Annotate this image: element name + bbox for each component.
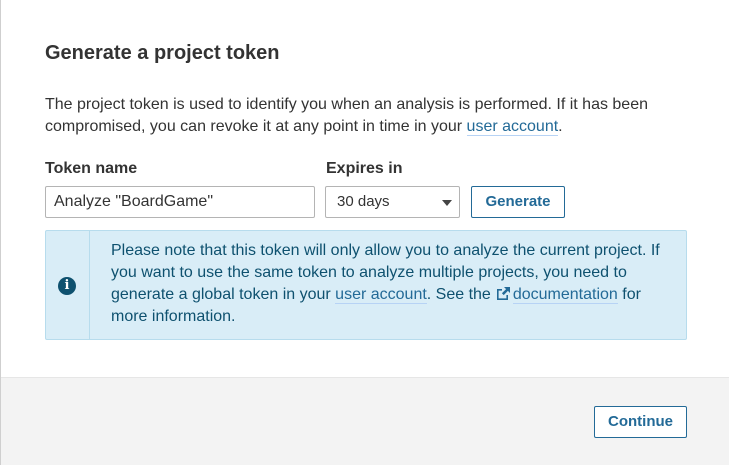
- info-icon-column: i: [46, 231, 90, 339]
- user-account-link[interactable]: user account: [466, 118, 559, 136]
- generate-token-dialog: Generate a project token The project tok…: [0, 0, 729, 465]
- info-text-part2: . See the: [426, 286, 491, 303]
- description-suffix: .: [558, 118, 563, 135]
- token-name-input[interactable]: [45, 186, 315, 218]
- info-icon: i: [58, 277, 76, 295]
- dialog-footer: Continue: [1, 377, 729, 465]
- expires-in-select[interactable]: 30 days: [325, 186, 460, 218]
- info-message: Please note that this token will only al…: [111, 240, 671, 328]
- generate-button[interactable]: Generate: [471, 186, 565, 218]
- token-name-label: Token name: [45, 160, 138, 177]
- expires-in-label: Expires in: [326, 160, 403, 177]
- info-user-account-link[interactable]: user account: [335, 286, 427, 304]
- dialog-description: The project token is used to identify yo…: [45, 94, 685, 138]
- documentation-link[interactable]: documentation: [512, 286, 618, 304]
- external-link-icon: [496, 287, 510, 300]
- expires-in-value: 30 days: [337, 193, 390, 210]
- info-alert: i Please note that this token will only …: [45, 230, 687, 340]
- dialog-title: Generate a project token: [45, 42, 280, 64]
- chevron-down-icon: [442, 200, 452, 206]
- continue-button[interactable]: Continue: [594, 406, 687, 438]
